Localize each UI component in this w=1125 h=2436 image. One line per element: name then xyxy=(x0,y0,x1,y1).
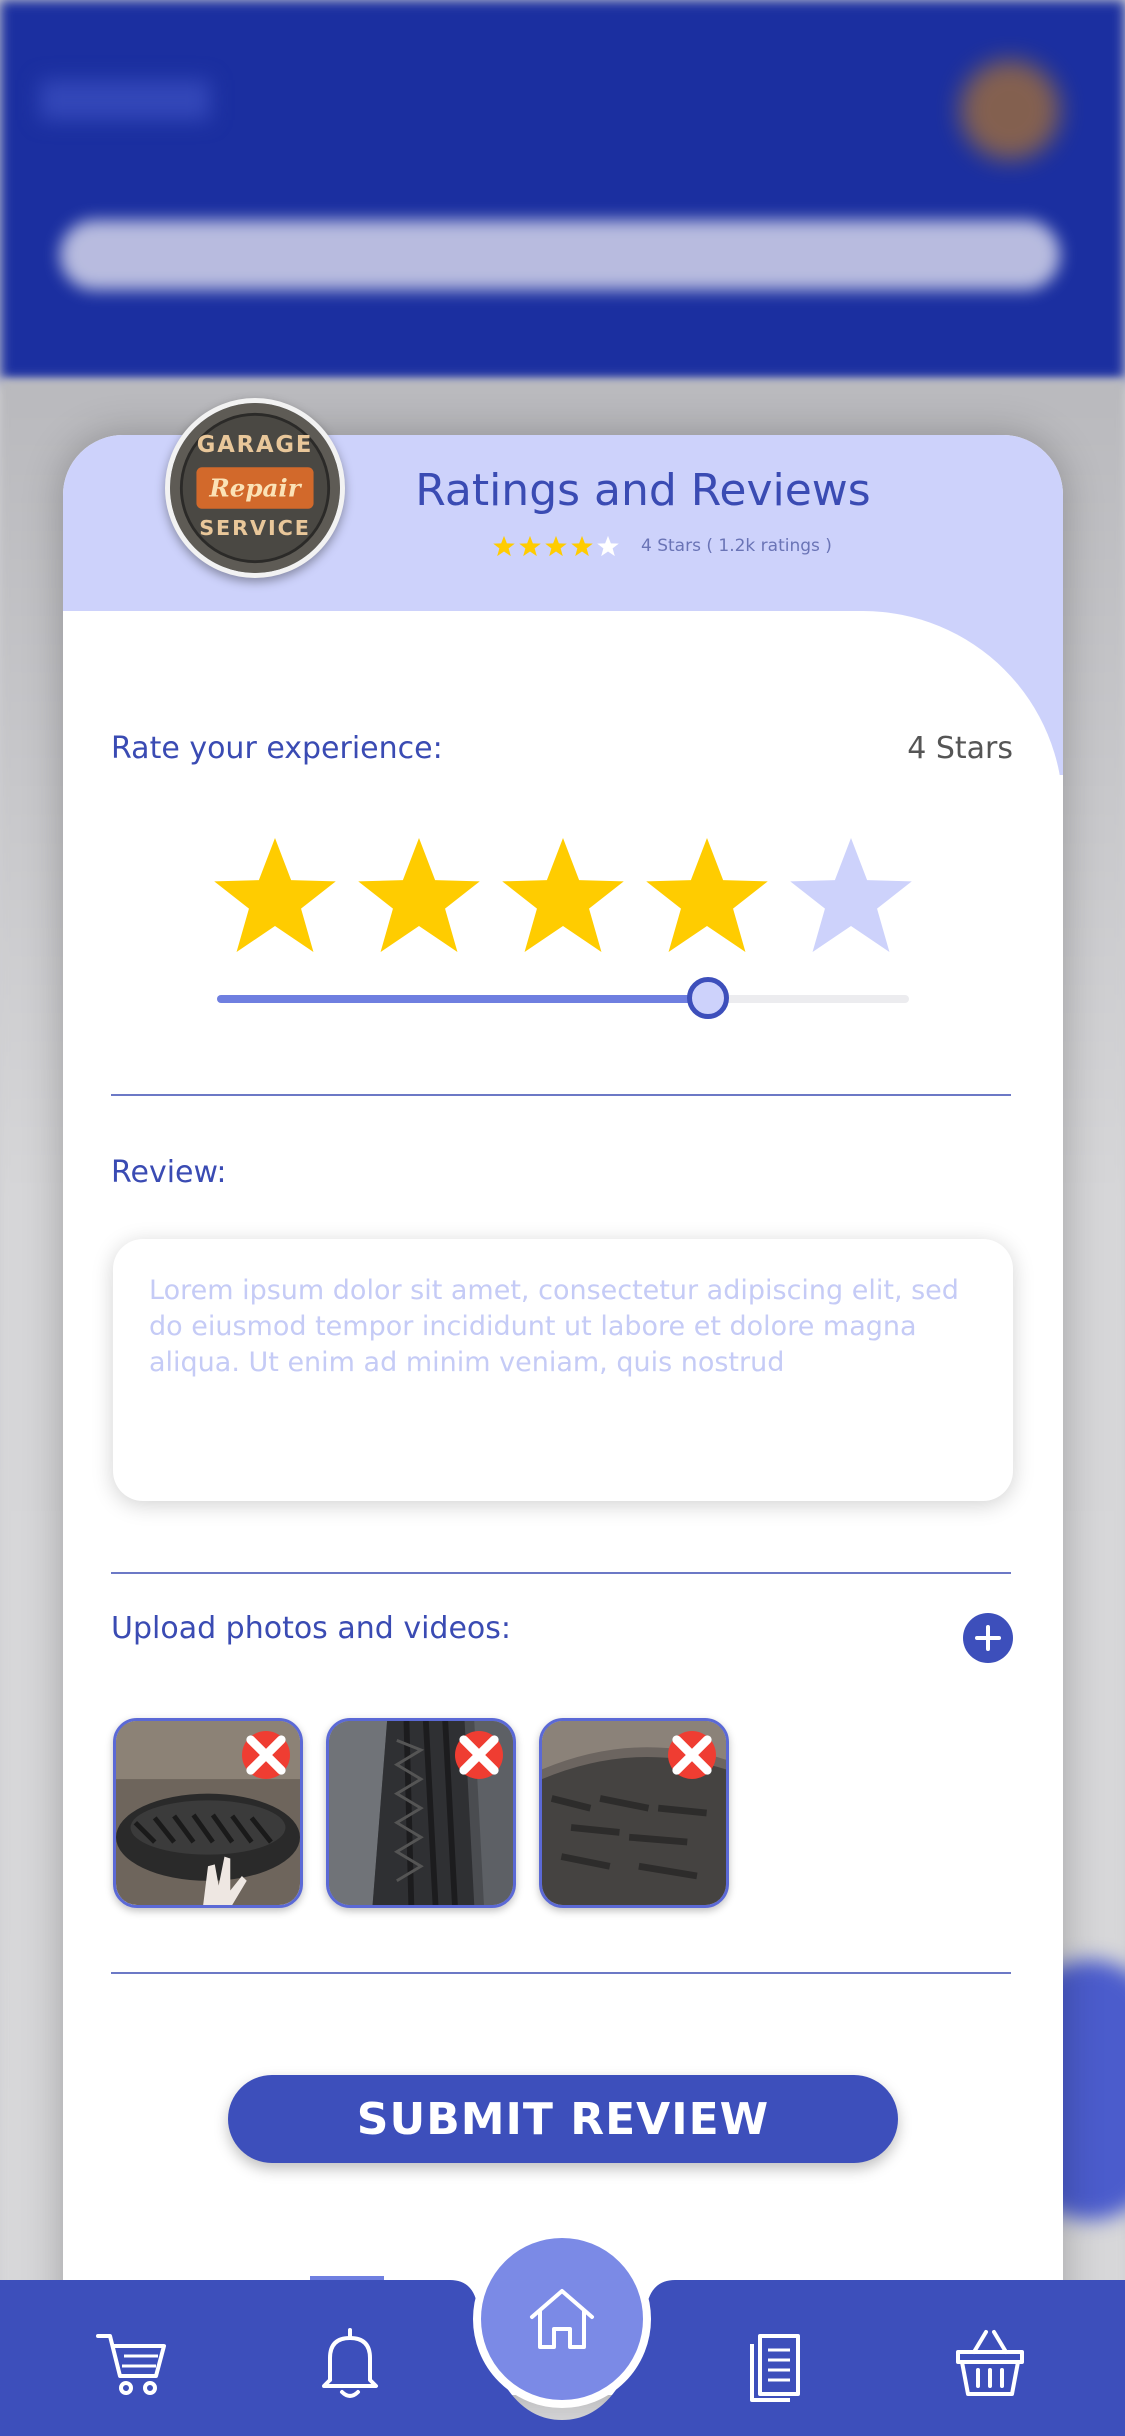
rate-experience-label: Rate your experience: xyxy=(111,731,443,766)
divider xyxy=(111,1094,1011,1096)
ratings-modal: Ratings and Reviews 4 Stars ( 1.2k ratin… xyxy=(63,435,1063,2395)
star-filled-icon[interactable] xyxy=(501,835,625,955)
rating-summary-text: 4 Stars ( 1.2k ratings ) xyxy=(641,536,832,556)
star-rating-input[interactable] xyxy=(213,835,933,955)
uploaded-photo[interactable] xyxy=(113,1718,303,1908)
star-empty-icon[interactable] xyxy=(789,835,913,955)
document-icon[interactable] xyxy=(738,2322,818,2402)
rating-summary-stars xyxy=(493,535,623,557)
rate-value-text: 4 Stars xyxy=(907,731,1013,766)
uploaded-photo[interactable] xyxy=(326,1718,516,1908)
star-filled-icon[interactable] xyxy=(357,835,481,955)
add-media-button[interactable] xyxy=(963,1613,1013,1663)
star-empty-icon xyxy=(597,535,619,557)
background-title xyxy=(40,80,210,120)
close-icon xyxy=(246,1735,286,1775)
submit-review-button[interactable]: SUBMIT REVIEW xyxy=(228,2075,898,2163)
logo-text-mid: Repair xyxy=(208,474,302,503)
star-filled-icon[interactable] xyxy=(645,835,769,955)
divider xyxy=(111,1572,1011,1574)
rating-slider[interactable] xyxy=(217,977,909,1019)
review-placeholder: Lorem ipsum dolor sit amet, consectetur … xyxy=(149,1275,959,1378)
logo-text-top: GARAGE xyxy=(197,432,314,458)
remove-photo-button[interactable] xyxy=(455,1731,503,1779)
modal-title: Ratings and Reviews xyxy=(415,465,871,516)
bell-icon[interactable] xyxy=(310,2322,390,2402)
close-icon xyxy=(672,1735,712,1775)
star-filled-icon xyxy=(519,535,541,557)
nav-active-indicator xyxy=(310,2276,384,2280)
home-icon xyxy=(530,2289,594,2349)
close-icon xyxy=(459,1735,499,1775)
garage-logo: GARAGE Repair SERVICE xyxy=(165,398,345,578)
background-header xyxy=(0,0,1125,380)
review-label: Review: xyxy=(111,1155,227,1190)
star-filled-icon[interactable] xyxy=(213,835,337,955)
star-filled-icon xyxy=(545,535,567,557)
background-search-bar xyxy=(60,220,1060,290)
cart-icon[interactable] xyxy=(92,2322,172,2402)
home-button[interactable] xyxy=(473,2230,651,2408)
uploaded-media-list xyxy=(113,1718,752,1908)
bottom-navigation xyxy=(0,2230,1125,2436)
rating-slider-fill xyxy=(217,995,708,1003)
star-filled-icon xyxy=(493,535,515,557)
background-avatar xyxy=(960,60,1060,160)
rating-slider-thumb[interactable] xyxy=(687,977,729,1019)
basket-icon[interactable] xyxy=(950,2322,1030,2402)
logo-text-bottom: SERVICE xyxy=(199,516,311,540)
star-filled-icon xyxy=(571,535,593,557)
upload-label: Upload photos and videos: xyxy=(111,1611,512,1646)
divider xyxy=(111,1972,1011,1974)
remove-photo-button[interactable] xyxy=(668,1731,716,1779)
logo-image: GARAGE Repair SERVICE xyxy=(170,403,340,573)
rating-summary: 4 Stars ( 1.2k ratings ) xyxy=(493,535,832,557)
review-textarea[interactable]: Lorem ipsum dolor sit amet, consectetur … xyxy=(113,1239,1013,1501)
uploaded-photo[interactable] xyxy=(539,1718,729,1908)
remove-photo-button[interactable] xyxy=(242,1731,290,1779)
plus-icon xyxy=(975,1625,1001,1651)
